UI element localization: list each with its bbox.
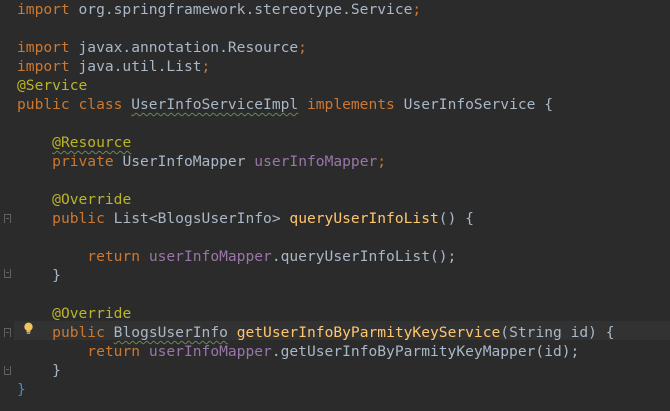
annotation: @Resource (52, 134, 132, 151)
code-line-17[interactable]: @Override (17, 304, 131, 323)
fold-marker-icon[interactable] (4, 214, 11, 223)
code-line-19[interactable]: return userInfoMapper.getUserInfoByParmi… (17, 342, 579, 361)
fold-marker-icon[interactable] (4, 328, 11, 337)
code-line-18[interactable]: public BlogsUserInfo getUserInfoByParmit… (17, 323, 615, 342)
code-line-1[interactable]: import org.springframework.stereotype.Se… (17, 0, 421, 19)
class-reference: Service (350, 1, 413, 18)
code-line-15[interactable]: } (17, 266, 61, 285)
keyword: private (52, 153, 114, 170)
code-line-4[interactable]: import java.util.List; (17, 57, 210, 76)
package-path: org.springframework.stereotype. (69, 1, 351, 18)
keyword: import (17, 1, 70, 18)
class-name: UserInfoServiceImpl (131, 96, 299, 113)
package-path: java.util. (69, 58, 167, 75)
package-path: javax.annotation. (69, 39, 228, 56)
field-name: userInfoMapper (148, 343, 272, 360)
fold-marker-icon[interactable] (4, 366, 11, 375)
code-line-21[interactable]: } (17, 380, 26, 399)
interface-name: UserInfoService (403, 96, 536, 113)
code-line-12[interactable]: public List<BlogsUserInfo> queryUserInfo… (17, 209, 474, 228)
return-type: BlogsUserInfo (113, 324, 228, 341)
keyword: public (52, 324, 105, 341)
method-call: .getUserInfoByParmityKeyMapper(id); (271, 343, 580, 360)
code-line-14[interactable]: return userInfoMapper.queryUserInfoList(… (17, 247, 456, 266)
fold-marker-icon[interactable] (4, 269, 11, 278)
semicolon: ; (412, 1, 422, 18)
close-brace: } (52, 267, 61, 284)
code-line-5[interactable]: @Service (17, 76, 87, 95)
keyword: implements (306, 96, 395, 113)
parameters: () { (438, 210, 474, 227)
annotation: @Service (17, 77, 88, 94)
code-line-8[interactable]: @Resource (17, 133, 131, 152)
return-type: List<BlogsUserInfo> (113, 210, 281, 227)
parameters: (String id) { (500, 324, 615, 341)
class-reference: Resource (227, 39, 299, 56)
semicolon: ; (377, 153, 387, 170)
editor-gutter (0, 0, 14, 411)
keyword: public class (17, 96, 123, 113)
method-name: getUserInfoByParmityKeyService (236, 324, 501, 341)
lightbulb-icon[interactable] (23, 322, 34, 335)
keyword: import (17, 39, 70, 56)
keyword: public (52, 210, 105, 227)
close-brace: } (17, 381, 26, 398)
annotation: @Override (52, 305, 132, 322)
type-name: UserInfoMapper (122, 153, 246, 170)
semicolon: ; (201, 58, 211, 75)
class-reference: List (166, 58, 202, 75)
open-brace: { (544, 96, 554, 113)
code-editor[interactable]: import org.springframework.stereotype.Se… (0, 0, 670, 411)
keyword: return (87, 248, 141, 265)
method-name: queryUserInfoList (289, 210, 439, 227)
semicolon: ; (298, 39, 307, 56)
close-brace: } (52, 362, 61, 379)
code-line-9[interactable]: private UserInfoMapper userInfoMapper; (17, 152, 386, 171)
code-line-20[interactable]: } (17, 361, 61, 380)
method-call: .queryUserInfoList(); (271, 248, 457, 265)
annotation: @Override (52, 191, 132, 208)
field-name: userInfoMapper (254, 153, 378, 170)
keyword: import (17, 58, 70, 75)
code-line-6[interactable]: public class UserInfoServiceImpl impleme… (17, 95, 553, 114)
field-name: userInfoMapper (148, 248, 272, 265)
code-line-3[interactable]: import javax.annotation.Resource; (17, 38, 307, 57)
code-line-11[interactable]: @Override (17, 190, 131, 209)
keyword: return (87, 343, 141, 360)
